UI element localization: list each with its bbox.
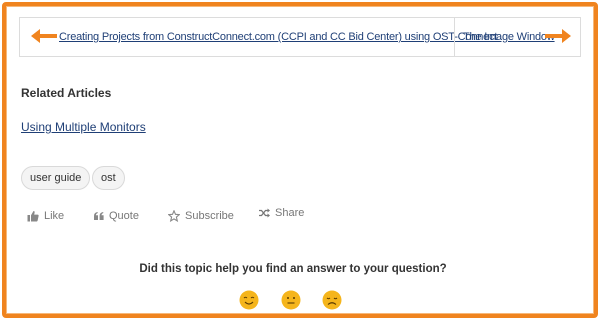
article-navigation: Creating Projects from ConstructConnect.… bbox=[19, 17, 581, 57]
neutral-face-icon[interactable] bbox=[281, 290, 301, 310]
shuffle-icon bbox=[259, 208, 270, 218]
subscribe-button[interactable]: Subscribe bbox=[168, 210, 234, 222]
thumbs-up-icon bbox=[27, 211, 39, 222]
feedback-question: Did this topic help you find an answer t… bbox=[6, 263, 600, 275]
quote-button[interactable]: Quote bbox=[94, 210, 139, 222]
page-frame: Creating Projects from ConstructConnect.… bbox=[2, 2, 598, 318]
tag-ost[interactable]: ost bbox=[92, 166, 125, 190]
star-icon bbox=[168, 210, 180, 222]
share-label: Share bbox=[275, 207, 305, 219]
related-articles-heading: Related Articles bbox=[21, 86, 112, 100]
sad-face-icon[interactable] bbox=[322, 290, 342, 310]
next-article-link[interactable]: The Image Window bbox=[463, 31, 555, 43]
quote-label: Quote bbox=[109, 210, 139, 222]
related-article-link[interactable]: Using Multiple Monitors bbox=[21, 120, 146, 134]
arrow-right-icon[interactable] bbox=[545, 29, 571, 43]
previous-article-link[interactable]: Creating Projects from ConstructConnect.… bbox=[59, 31, 497, 43]
quote-icon bbox=[94, 211, 104, 220]
like-button[interactable]: Like bbox=[27, 210, 64, 222]
nav-divider bbox=[454, 18, 455, 56]
share-button[interactable]: Share bbox=[259, 207, 304, 219]
arrow-left-icon[interactable] bbox=[31, 29, 57, 43]
feedback-question-text: Did this topic help you find an answer t… bbox=[139, 263, 447, 275]
like-label: Like bbox=[44, 210, 65, 222]
happy-face-icon[interactable] bbox=[239, 290, 259, 310]
tag-user-guide[interactable]: user guide bbox=[21, 166, 91, 190]
subscribe-label: Subscribe bbox=[185, 210, 234, 222]
